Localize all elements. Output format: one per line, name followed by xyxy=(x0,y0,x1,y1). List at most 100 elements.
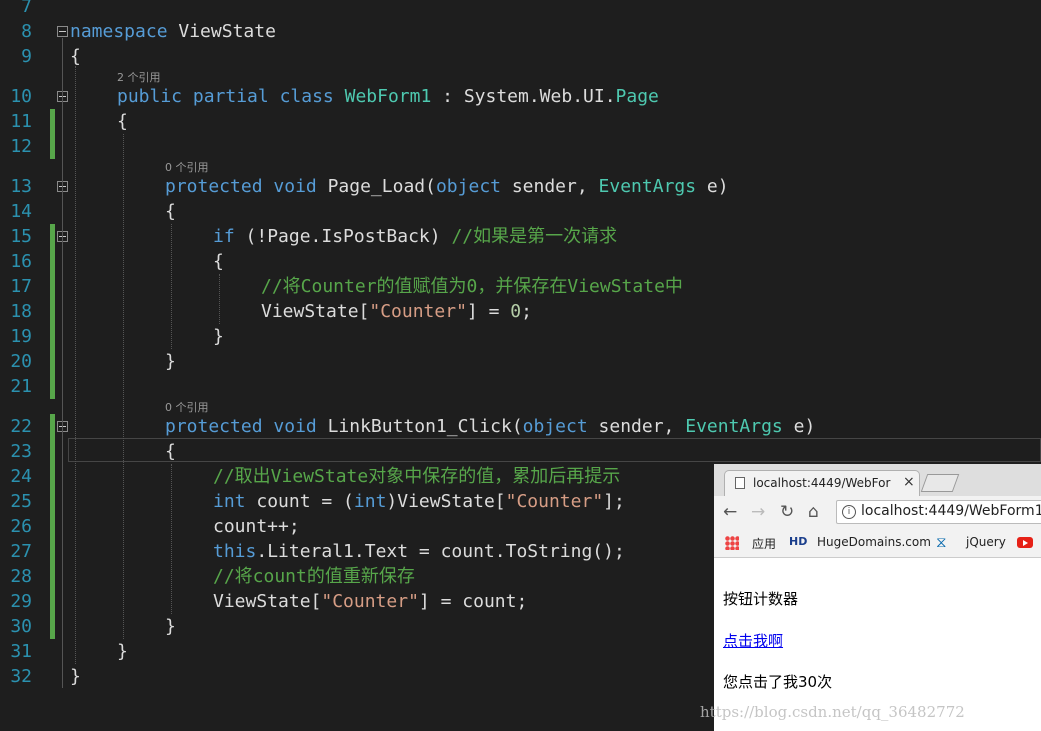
change-indicator xyxy=(50,109,55,134)
keyword: object xyxy=(522,416,588,437)
code-text: protected void Page_Load(object sender, … xyxy=(165,174,729,199)
line-number: 15 xyxy=(10,226,32,247)
code-line[interactable]: 16 { xyxy=(0,249,1041,274)
code-line[interactable]: 10 public partial class WebForm1 : Syste… xyxy=(0,84,1041,109)
code-text: } xyxy=(213,326,224,347)
method-name: LinkButton1_Click( xyxy=(316,416,523,437)
type-name: Page xyxy=(615,86,659,107)
back-arrow-icon[interactable]: ← xyxy=(723,502,737,522)
tab-title: localhost:4449/WebFor xyxy=(753,476,891,490)
keyword: namespace xyxy=(70,21,168,42)
info-icon[interactable]: i xyxy=(842,505,856,519)
code-line[interactable]: 17 //将Counter的值赋值为0，并保存在ViewState中 xyxy=(0,274,1041,299)
line-number: 8 xyxy=(21,21,32,42)
indent-guide xyxy=(171,224,172,349)
code-line[interactable]: 14 { xyxy=(0,199,1041,224)
codelens-references[interactable]: 0 个引用 xyxy=(165,399,209,415)
code-text: ViewState["Counter"] = 0; xyxy=(261,299,532,324)
hugedomains-icon: HD xyxy=(789,535,808,548)
code-line[interactable]: 18 ViewState["Counter"] = 0; xyxy=(0,299,1041,324)
code-line[interactable]: 19 } xyxy=(0,324,1041,349)
parameter: sender, xyxy=(587,416,686,437)
comment: //将Counter的值赋值为0，并保存在ViewState中 xyxy=(261,276,683,297)
comment: //取出ViewState对象中保存的值，累加后再提示 xyxy=(213,466,621,487)
youtube-icon[interactable] xyxy=(1017,537,1033,548)
bookmark-apps[interactable]: 应用 xyxy=(752,535,776,552)
indent-guide xyxy=(75,66,76,664)
code-text: public partial class WebForm1 : System.W… xyxy=(117,84,659,109)
outline-line xyxy=(62,38,63,688)
string-literal: "Counter" xyxy=(505,491,604,512)
code-line[interactable]: 23 { xyxy=(0,439,1041,464)
parameter: e) xyxy=(696,176,729,197)
parameter: e) xyxy=(782,416,816,437)
tab-bar: localhost:4449/WebFor × xyxy=(714,464,1041,496)
punctuation: ; xyxy=(521,301,532,322)
change-indicator xyxy=(50,349,55,374)
code-line[interactable]: 21 xyxy=(0,374,1041,399)
code-line[interactable]: 12 xyxy=(0,134,1041,159)
code-line[interactable]: 20 } xyxy=(0,349,1041,374)
keyword: public xyxy=(117,86,183,107)
identifier: ViewState xyxy=(167,21,276,42)
line-number: 19 xyxy=(10,326,32,347)
apps-grid-icon[interactable] xyxy=(725,536,739,550)
browser-window[interactable]: localhost:4449/WebFor × ← → ↻ ⌂ i localh… xyxy=(714,464,1041,731)
code-line[interactable]: 22 protected void LinkButton1_Click(obje… xyxy=(0,414,1041,439)
line-number: 23 xyxy=(10,441,32,462)
document-icon xyxy=(735,477,745,489)
browser-tab[interactable]: localhost:4449/WebFor × xyxy=(724,470,920,496)
bookmark-hugedomains[interactable]: HugeDomains.com xyxy=(817,535,931,549)
line-number: 11 xyxy=(10,111,32,132)
change-indicator xyxy=(50,274,55,299)
identifier: )ViewState[ xyxy=(386,491,506,512)
code-text: { xyxy=(213,251,224,272)
keyword: void xyxy=(273,176,317,197)
change-indicator xyxy=(50,589,55,614)
code-text: count++; xyxy=(213,516,300,537)
comment: //将count的值重新保存 xyxy=(213,566,415,587)
indent-guide xyxy=(219,274,220,324)
new-tab-button[interactable] xyxy=(920,474,960,492)
code-text: } xyxy=(70,666,81,687)
home-icon[interactable]: ⌂ xyxy=(808,502,819,522)
reload-icon[interactable]: ↻ xyxy=(780,502,794,522)
line-number: 25 xyxy=(10,491,32,512)
type-name: EventArgs xyxy=(598,176,697,197)
forward-arrow-icon[interactable]: → xyxy=(751,502,765,522)
change-indicator xyxy=(50,374,55,399)
keyword: protected xyxy=(165,416,263,437)
code-line[interactable]: 15 if (!Page.IsPostBack) //如果是第一次请求 xyxy=(0,224,1041,249)
code-line[interactable]: 13 protected void Page_Load(object sende… xyxy=(0,174,1041,199)
code-line[interactable]: 11 { xyxy=(0,109,1041,134)
code-line[interactable]: 9 { xyxy=(0,44,1041,69)
line-number: 17 xyxy=(10,276,32,297)
line-number: 24 xyxy=(10,466,32,487)
line-number: 22 xyxy=(10,416,32,437)
change-indicator xyxy=(50,614,55,639)
address-bar[interactable]: i localhost:4449/WebForm1. xyxy=(836,500,1041,524)
line-number: 29 xyxy=(10,591,32,612)
line-number: 16 xyxy=(10,251,32,272)
keyword: partial xyxy=(192,86,269,107)
identifier: ViewState[ xyxy=(213,591,322,612)
identifier: count = ( xyxy=(245,491,354,512)
change-indicator xyxy=(50,134,55,159)
close-icon[interactable]: × xyxy=(903,474,915,490)
bookmarks-bar: 应用 HD HugeDomains.com ⧖ jQuery xyxy=(714,528,1041,558)
type-name: EventArgs xyxy=(685,416,783,437)
navigation-bar: ← → ↻ ⌂ i localhost:4449/WebForm1. xyxy=(714,496,1041,528)
code-text: } xyxy=(165,616,176,637)
line-number: 20 xyxy=(10,351,32,372)
identifier: ViewState[ xyxy=(261,301,370,322)
namespace-path: : System.Web.UI. xyxy=(431,86,616,107)
code-line[interactable]: 8 namespace ViewState xyxy=(0,19,1041,44)
parameter: sender, xyxy=(501,176,599,197)
change-indicator xyxy=(50,439,55,464)
number-literal: 0 xyxy=(510,301,522,322)
codelens-references[interactable]: 0 个引用 xyxy=(165,159,209,175)
click-me-link[interactable]: 点击我啊 xyxy=(723,630,783,651)
collapse-icon[interactable] xyxy=(57,26,68,37)
bookmark-jquery[interactable]: jQuery xyxy=(966,535,1006,549)
codelens-references[interactable]: 2 个引用 xyxy=(117,69,161,85)
